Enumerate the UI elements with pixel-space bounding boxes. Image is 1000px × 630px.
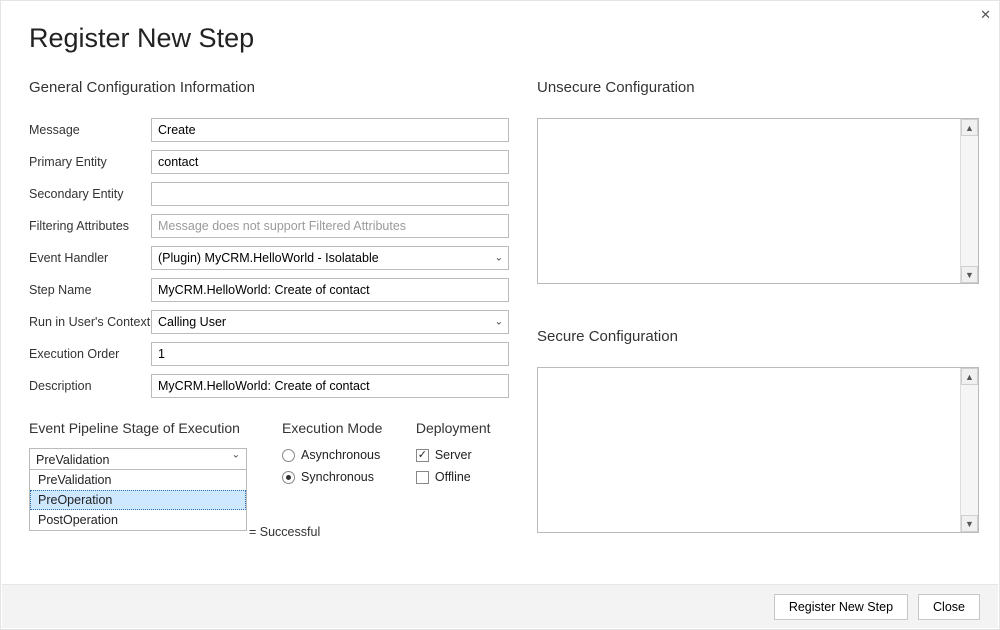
input-event-handler[interactable] bbox=[151, 246, 509, 270]
label-message: Message bbox=[29, 123, 151, 137]
deployment-heading: Deployment bbox=[416, 420, 509, 436]
close-icon[interactable]: ✕ bbox=[980, 7, 991, 23]
secure-config-textarea[interactable]: ▲ ▼ bbox=[537, 367, 979, 533]
radio-icon bbox=[282, 471, 295, 484]
pipeline-selected-value: PreValidation bbox=[36, 453, 109, 467]
general-config-heading: General Configuration Information bbox=[29, 79, 509, 96]
row-step-name: Step Name bbox=[29, 278, 509, 302]
status-trailing-text: = Successful bbox=[249, 525, 320, 539]
dialog-title: Register New Step bbox=[29, 23, 254, 54]
pipeline-dropdown[interactable]: PreValidation PreOperation PostOperation bbox=[29, 469, 247, 531]
row-execution-order: Execution Order bbox=[29, 342, 509, 366]
select-run-context[interactable]: ⌄ bbox=[151, 310, 509, 334]
label-secondary-entity: Secondary Entity bbox=[29, 187, 151, 201]
checkbox-server-label: Server bbox=[435, 448, 472, 462]
checkbox-icon bbox=[416, 471, 429, 484]
label-event-handler: Event Handler bbox=[29, 251, 151, 265]
label-run-context: Run in User's Context bbox=[29, 315, 151, 329]
dialog-footer: Register New Step Close bbox=[2, 584, 998, 628]
scroll-up-icon[interactable]: ▲ bbox=[961, 368, 978, 385]
input-primary-entity[interactable] bbox=[151, 150, 509, 174]
deployment-section: Deployment Server Offline bbox=[416, 420, 509, 492]
input-secondary-entity[interactable] bbox=[151, 182, 509, 206]
row-event-handler: Event Handler ⌄ bbox=[29, 246, 509, 270]
scrollbar[interactable]: ▲ ▼ bbox=[960, 368, 978, 532]
pipeline-option-postoperation[interactable]: PostOperation bbox=[30, 510, 246, 530]
unsecure-config-heading: Unsecure Configuration bbox=[537, 79, 979, 96]
label-filtering-attributes: Filtering Attributes bbox=[29, 219, 151, 233]
register-button[interactable]: Register New Step bbox=[774, 594, 908, 620]
secure-config-heading: Secure Configuration bbox=[537, 328, 979, 345]
radio-icon bbox=[282, 449, 295, 462]
row-secondary-entity: Secondary Entity bbox=[29, 182, 509, 206]
radio-asynchronous[interactable]: Asynchronous bbox=[282, 448, 394, 462]
radio-sync-label: Synchronous bbox=[301, 470, 374, 484]
checkbox-icon bbox=[416, 449, 429, 462]
input-filtering-attributes[interactable] bbox=[151, 214, 509, 238]
dialog-window: ✕ Register New Step General Configuratio… bbox=[0, 0, 1000, 630]
input-step-name[interactable] bbox=[151, 278, 509, 302]
chevron-down-icon: ⌄ bbox=[232, 449, 240, 460]
radio-async-label: Asynchronous bbox=[301, 448, 380, 462]
unsecure-config-textarea[interactable]: ▲ ▼ bbox=[537, 118, 979, 284]
select-event-handler[interactable]: ⌄ bbox=[151, 246, 509, 270]
execution-mode-heading: Execution Mode bbox=[282, 420, 394, 436]
scroll-down-icon[interactable]: ▼ bbox=[961, 266, 978, 283]
row-filtering-attributes: Filtering Attributes bbox=[29, 214, 509, 238]
label-step-name: Step Name bbox=[29, 283, 151, 297]
input-description[interactable] bbox=[151, 374, 509, 398]
input-run-context[interactable] bbox=[151, 310, 509, 334]
checkbox-offline-label: Offline bbox=[435, 470, 471, 484]
pipeline-heading: Event Pipeline Stage of Execution bbox=[29, 420, 260, 436]
sub-sections: Event Pipeline Stage of Execution PreVal… bbox=[29, 420, 509, 492]
pipeline-section: Event Pipeline Stage of Execution PreVal… bbox=[29, 420, 260, 492]
input-message[interactable] bbox=[151, 118, 509, 142]
row-primary-entity: Primary Entity bbox=[29, 150, 509, 174]
scroll-up-icon[interactable]: ▲ bbox=[961, 119, 978, 136]
radio-synchronous[interactable]: Synchronous bbox=[282, 470, 394, 484]
close-button[interactable]: Close bbox=[918, 594, 980, 620]
label-primary-entity: Primary Entity bbox=[29, 155, 151, 169]
label-description: Description bbox=[29, 379, 151, 393]
row-message: Message bbox=[29, 118, 509, 142]
row-run-context: Run in User's Context ⌄ bbox=[29, 310, 509, 334]
execution-mode-section: Execution Mode Asynchronous Synchronous bbox=[282, 420, 394, 492]
general-config-section: General Configuration Information Messag… bbox=[29, 79, 509, 492]
checkbox-server[interactable]: Server bbox=[416, 448, 509, 462]
scrollbar[interactable]: ▲ ▼ bbox=[960, 119, 978, 283]
input-execution-order[interactable] bbox=[151, 342, 509, 366]
checkbox-offline[interactable]: Offline bbox=[416, 470, 509, 484]
pipeline-option-preoperation[interactable]: PreOperation bbox=[30, 490, 246, 510]
pipeline-option-prevalidation[interactable]: PreValidation bbox=[30, 470, 246, 490]
secure-config-section: Secure Configuration ▲ ▼ bbox=[537, 328, 979, 533]
config-column: Unsecure Configuration ▲ ▼ Secure Config… bbox=[537, 79, 979, 533]
unsecure-config-section: Unsecure Configuration ▲ ▼ bbox=[537, 79, 979, 284]
label-execution-order: Execution Order bbox=[29, 347, 151, 361]
scroll-down-icon[interactable]: ▼ bbox=[961, 515, 978, 532]
row-description: Description bbox=[29, 374, 509, 398]
